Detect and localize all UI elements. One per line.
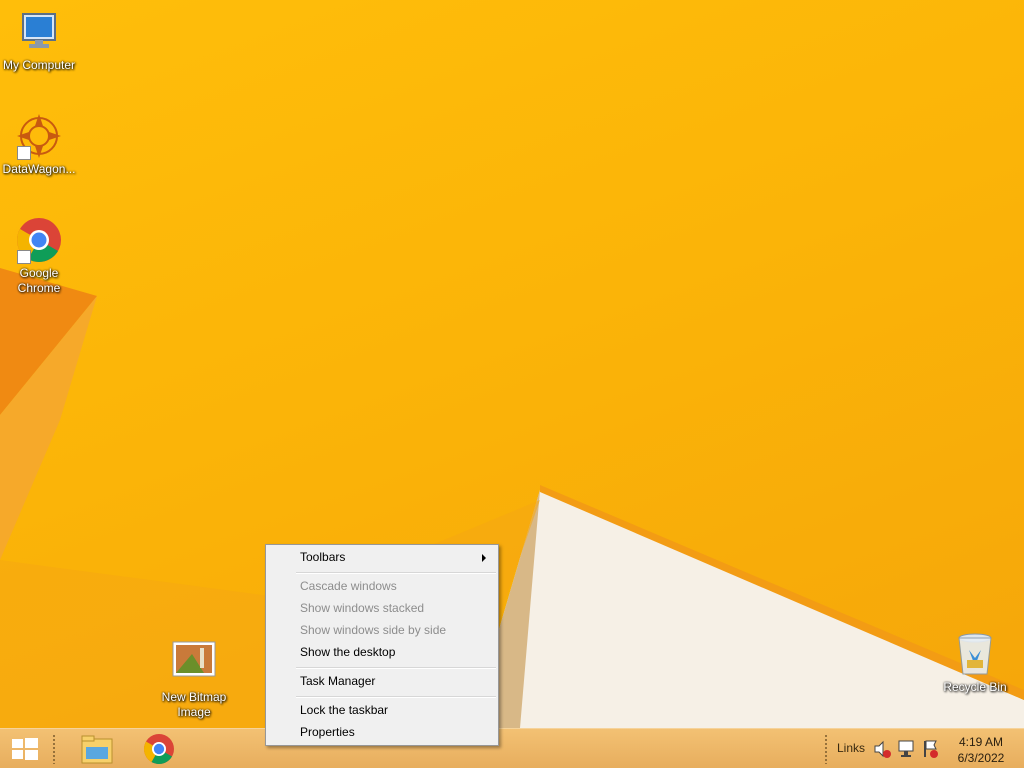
desktop-icon-label: Recycle Bin — [943, 680, 1007, 694]
bitmap-image-icon — [170, 640, 218, 688]
clock-time: 4:19 AM — [958, 735, 1004, 749]
menu-item-lock-the-taskbar[interactable]: Lock the taskbar — [268, 699, 496, 721]
menu-item-label: Cascade windows — [300, 579, 397, 593]
network-icon[interactable] — [896, 729, 916, 768]
datawagon-icon — [15, 112, 63, 160]
desktop-icon-label: New Bitmap Image — [161, 690, 227, 719]
file-explorer-icon — [81, 735, 113, 764]
taskbar-file-explorer-button[interactable] — [74, 729, 120, 768]
taskbar-chrome-button[interactable] — [136, 729, 182, 768]
taskbar-gripper[interactable] — [52, 734, 56, 764]
computer-icon — [15, 8, 63, 56]
menu-item-show-windows-stacked[interactable]: Show windows stacked — [268, 597, 496, 619]
start-button[interactable] — [0, 729, 48, 768]
menu-item-label: Task Manager — [300, 674, 376, 688]
menu-item-cascade-windows[interactable]: Cascade windows — [268, 575, 496, 597]
desktop-icon-label: Google Chrome — [17, 266, 61, 295]
windows-logo-icon — [12, 738, 38, 760]
shortcut-arrow-icon — [17, 250, 31, 264]
menu-item-properties[interactable]: Properties — [268, 721, 496, 743]
desktop-icon-label: DataWagon... — [2, 162, 76, 176]
menu-item-label: Show windows stacked — [300, 601, 425, 615]
desktop-icon-new-bitmap-image[interactable]: New Bitmap Image — [155, 640, 233, 720]
menu-item-label: Show the desktop — [300, 645, 396, 659]
taskbar-clock[interactable]: 4:19 AM 6/3/2022 — [948, 734, 1014, 766]
menu-item-task-manager[interactable]: Task Manager — [268, 670, 496, 692]
menu-item-label: Toolbars — [300, 550, 346, 564]
desktop-icon-datawagon[interactable]: DataWagon... — [0, 112, 78, 177]
links-toolbar-label[interactable]: Links — [837, 741, 865, 755]
volume-muted-icon[interactable] — [872, 729, 892, 768]
desktop-icon-label: My Computer — [2, 58, 76, 72]
recycle-bin-icon — [951, 630, 999, 678]
chrome-icon — [15, 216, 63, 264]
action-center-icon[interactable] — [920, 729, 940, 768]
menu-separator — [296, 667, 496, 669]
taskbar-gripper[interactable] — [824, 734, 828, 764]
wallpaper — [0, 268, 1024, 728]
taskbar-context-menu: Toolbars Cascade windows Show windows st… — [265, 544, 499, 746]
desktop[interactable]: My Computer DataWagon... Google Chrome N… — [0, 0, 1024, 768]
menu-item-show-the-desktop[interactable]: Show the desktop — [268, 641, 496, 663]
menu-item-toolbars[interactable]: Toolbars — [268, 546, 496, 568]
menu-separator — [296, 696, 496, 698]
menu-item-label: Lock the taskbar — [300, 703, 389, 717]
menu-item-label: Show windows side by side — [300, 623, 447, 637]
clock-date: 6/3/2022 — [957, 751, 1005, 765]
desktop-icon-google-chrome[interactable]: Google Chrome — [0, 216, 78, 296]
shortcut-arrow-icon — [17, 146, 31, 160]
desktop-icon-my-computer[interactable]: My Computer — [0, 8, 78, 73]
menu-item-label: Properties — [300, 725, 355, 739]
menu-item-show-windows-side-by-side[interactable]: Show windows side by side — [268, 619, 496, 641]
chrome-icon — [143, 734, 174, 765]
taskbar[interactable]: Links 4:19 AM 6/3/2022 — [0, 728, 1024, 768]
menu-separator — [296, 572, 496, 574]
submenu-arrow-icon — [482, 554, 486, 562]
desktop-icon-recycle-bin[interactable]: Recycle Bin — [936, 630, 1014, 695]
